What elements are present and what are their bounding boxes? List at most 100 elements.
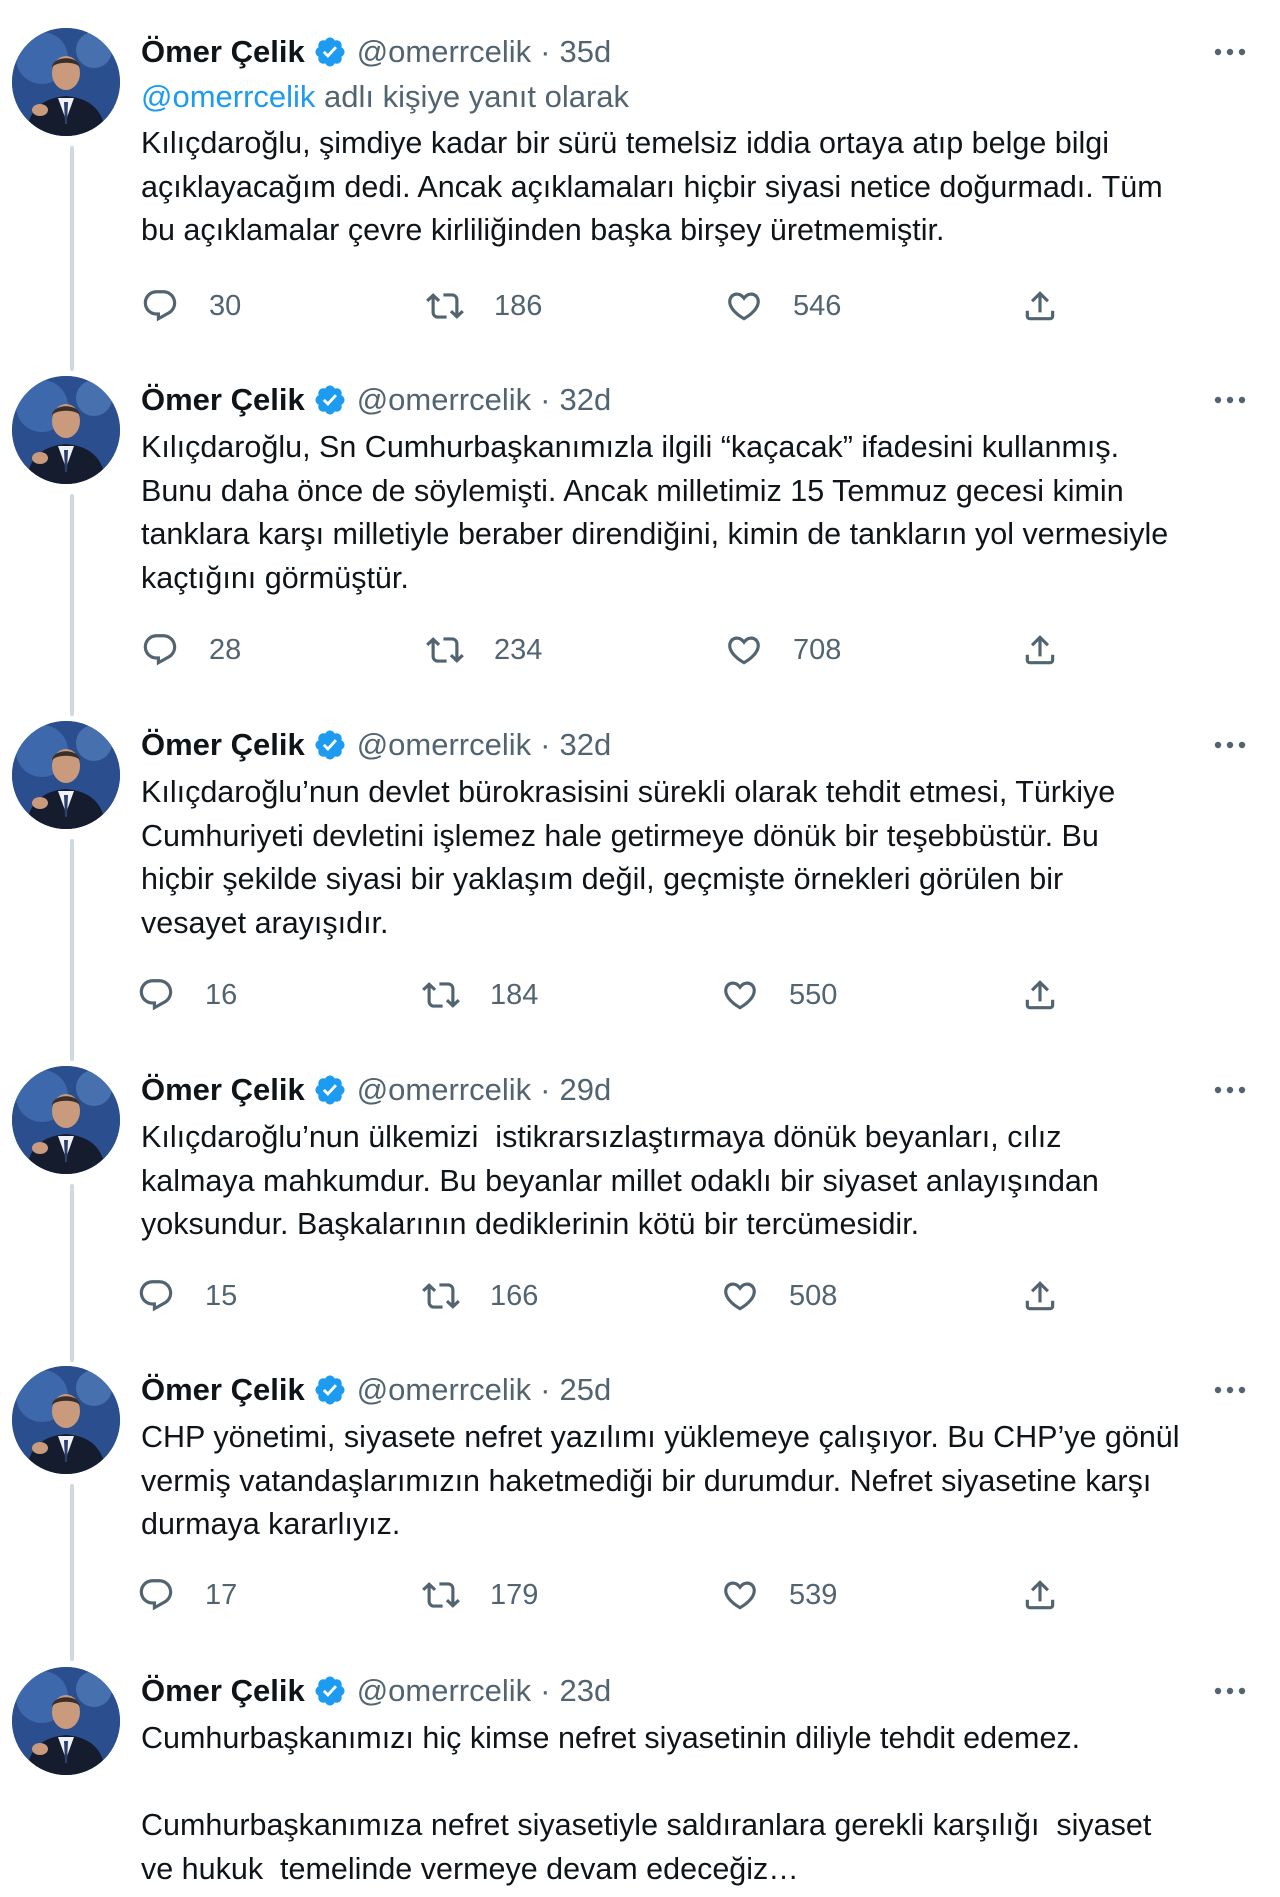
heart-icon: [721, 1277, 759, 1315]
tweet-content: Ömer Çelik @omerrcelik · 32d Kılıçdaroğl…: [141, 376, 1260, 666]
more-icon[interactable]: [1208, 32, 1252, 72]
like-button[interactable]: 546: [725, 284, 841, 328]
tweet-rail: [12, 28, 128, 371]
avatar[interactable]: [12, 721, 120, 829]
author-handle[interactable]: @omerrcelik: [357, 376, 531, 424]
tweet-header: Ömer Çelik @omerrcelik · 25d: [141, 1366, 1260, 1414]
author-name[interactable]: Ömer Çelik: [141, 721, 305, 769]
author-handle[interactable]: @omerrcelik: [357, 1366, 531, 1414]
tweet[interactable]: Ömer Çelik @omerrcelik · 32d Kılıçdaroğl…: [0, 376, 1280, 716]
tweet-text: Kılıçdaroğlu, Sn Cumhurbaşkanımızla ilgi…: [141, 430, 1169, 595]
avatar[interactable]: [12, 28, 120, 136]
thread-line: [70, 839, 74, 1061]
tweet[interactable]: Ömer Çelik @omerrcelik · 32d Kılıçdaroğl…: [0, 721, 1280, 1061]
separator: ·: [540, 34, 551, 69]
retweet-button[interactable]: 234: [426, 628, 542, 672]
timestamp[interactable]: 25d: [559, 1366, 611, 1414]
share-button[interactable]: [1021, 1573, 1059, 1617]
reply-icon: [141, 631, 179, 669]
retweet-button[interactable]: 179: [422, 1573, 538, 1617]
retweet-icon: [422, 1277, 460, 1315]
avatar[interactable]: [12, 1366, 120, 1474]
author-name[interactable]: Ömer Çelik: [141, 376, 305, 424]
share-button[interactable]: [1021, 628, 1059, 672]
like-button[interactable]: 508: [721, 1274, 837, 1318]
reply-context: @omerrcelik adlı kişiye yanıt olarak: [141, 74, 1260, 120]
author-handle[interactable]: @omerrcelik: [357, 1066, 531, 1114]
tweet-content: Ömer Çelik @omerrcelik · 35d @omerrcelik…: [141, 28, 1260, 322]
tweet[interactable]: Ömer Çelik @omerrcelik · 25d CHP yönetim…: [0, 1366, 1280, 1661]
more-icon[interactable]: [1208, 725, 1252, 765]
tweet-actions: 16 184 550: [139, 973, 1081, 1017]
tweet-content: Ömer Çelik @omerrcelik · 29d Kılıçdaroğl…: [139, 1066, 1260, 1312]
reply-button[interactable]: 16: [137, 973, 237, 1017]
tweet-actions: 15 166 508: [139, 1274, 1081, 1318]
author-handle[interactable]: @omerrcelik: [357, 28, 531, 76]
reply-count: 17: [205, 1578, 238, 1611]
timestamp[interactable]: 29d: [559, 1066, 611, 1114]
tweet[interactable]: Ömer Çelik @omerrcelik · 23d Cumhurbaşka…: [0, 1667, 1280, 1897]
tweet-header: Ömer Çelik @omerrcelik · 32d: [141, 721, 1260, 769]
reply-icon: [137, 1576, 175, 1614]
retweet-button[interactable]: 166: [422, 1274, 538, 1318]
reply-count: 28: [209, 633, 242, 666]
reply-button[interactable]: 15: [137, 1274, 237, 1318]
reply-context-label: adlı kişiye yanıt olarak: [315, 79, 630, 114]
retweet-count: 179: [490, 1578, 539, 1611]
more-icon[interactable]: [1208, 1671, 1252, 1711]
tweet-header: Ömer Çelik @omerrcelik · 23d: [141, 1667, 1260, 1715]
tweet-header: Ömer Çelik @omerrcelik · 32d: [141, 376, 1260, 424]
like-button[interactable]: 550: [721, 973, 837, 1017]
avatar[interactable]: [12, 1066, 120, 1174]
avatar[interactable]: [12, 1667, 120, 1775]
share-button[interactable]: [1021, 1274, 1059, 1318]
tweet-text: Kılıçdaroğlu’nun ülkemizi istikrarsızlaş…: [141, 1120, 1099, 1241]
author-name[interactable]: Ömer Çelik: [141, 1667, 305, 1715]
reply-count: 30: [209, 289, 242, 322]
timestamp[interactable]: 32d: [559, 376, 611, 424]
verified-badge-icon: [313, 1073, 347, 1107]
share-icon: [1021, 1277, 1059, 1315]
tweet-rail: [12, 1066, 128, 1362]
like-count: 550: [789, 978, 838, 1011]
avatar[interactable]: [12, 376, 120, 484]
reply-button[interactable]: 17: [137, 1573, 237, 1617]
like-count: 539: [789, 1578, 838, 1611]
like-count: 508: [789, 1279, 838, 1312]
tweet-text: Kılıçdaroğlu’nun devlet bürokrasisini sü…: [141, 775, 1116, 940]
separator: ·: [540, 1673, 551, 1708]
tweet[interactable]: Ömer Çelik @omerrcelik · 35d @omerrcelik…: [0, 28, 1280, 371]
tweet[interactable]: Ömer Çelik @omerrcelik · 29d Kılıçdaroğl…: [0, 1066, 1280, 1362]
share-button[interactable]: [1021, 284, 1059, 328]
more-icon[interactable]: [1208, 380, 1252, 420]
heart-icon: [721, 976, 759, 1014]
like-button[interactable]: 539: [721, 1573, 837, 1617]
author-name[interactable]: Ömer Çelik: [141, 28, 305, 76]
reply-button[interactable]: 30: [141, 284, 241, 328]
tweet-content: Ömer Çelik @omerrcelik · 25d CHP yönetim…: [139, 1366, 1260, 1611]
retweet-button[interactable]: 186: [426, 284, 542, 328]
more-icon[interactable]: [1208, 1370, 1252, 1410]
author-handle[interactable]: @omerrcelik: [357, 721, 531, 769]
share-button[interactable]: [1021, 973, 1059, 1017]
author-name[interactable]: Ömer Çelik: [141, 1066, 305, 1114]
reply-mention-link[interactable]: @omerrcelik: [141, 79, 315, 114]
tweet-rail: [12, 1366, 128, 1661]
retweet-button[interactable]: 184: [422, 973, 538, 1017]
like-count: 546: [793, 289, 842, 322]
retweet-count: 166: [490, 1279, 539, 1312]
author-name[interactable]: Ömer Çelik: [141, 1366, 305, 1414]
share-icon: [1021, 631, 1059, 669]
timestamp[interactable]: 35d: [559, 28, 611, 76]
like-button[interactable]: 708: [725, 628, 841, 672]
tweet-actions: 17 179 539: [139, 1573, 1081, 1617]
reply-icon: [141, 287, 179, 325]
author-handle[interactable]: @omerrcelik: [357, 1667, 531, 1715]
verified-badge-icon: [313, 35, 347, 69]
reply-button[interactable]: 28: [141, 628, 241, 672]
separator: ·: [540, 727, 551, 762]
more-icon[interactable]: [1208, 1070, 1252, 1110]
reply-count: 15: [205, 1279, 238, 1312]
timestamp[interactable]: 23d: [559, 1667, 611, 1715]
timestamp[interactable]: 32d: [559, 721, 611, 769]
